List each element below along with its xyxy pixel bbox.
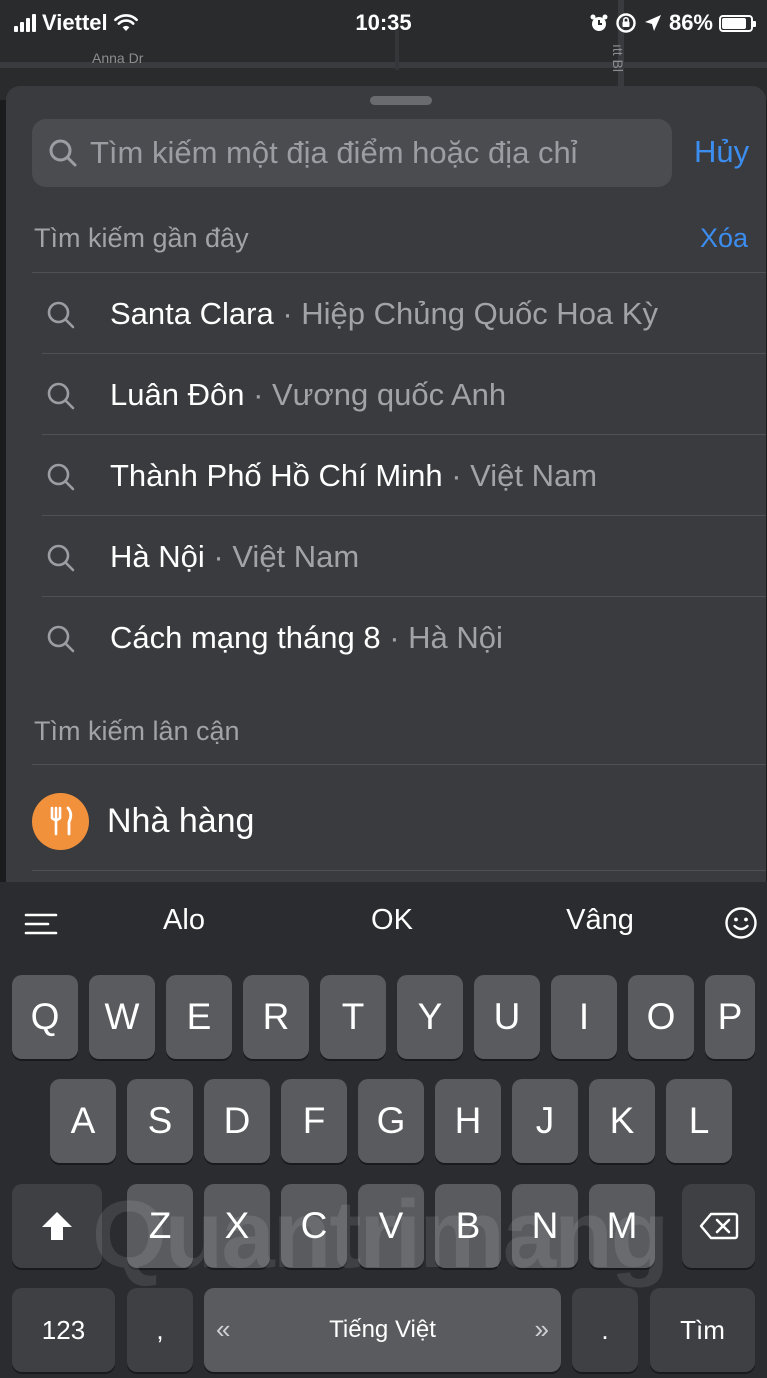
search-sheet: Hủy Tìm kiếm gần đây Xóa Santa Clara · H… bbox=[6, 86, 766, 886]
space-left-arrow: « bbox=[216, 1314, 231, 1344]
recent-item-name: Thành Phố Hồ Chí Minh bbox=[110, 457, 443, 493]
key-k[interactable]: K bbox=[589, 1079, 655, 1163]
key-f[interactable]: F bbox=[281, 1079, 347, 1163]
recent-item-text: Hà Nội · Việt Nam bbox=[110, 539, 359, 575]
key-v[interactable]: V bbox=[358, 1184, 424, 1268]
search-icon bbox=[47, 625, 75, 653]
nearby-searches-header: Tìm kiếm lân cận bbox=[34, 716, 240, 746]
list-item[interactable]: Hà Nội · Việt Nam bbox=[6, 516, 766, 597]
key-s[interactable]: S bbox=[127, 1079, 193, 1163]
sheet-grabber[interactable] bbox=[370, 96, 432, 105]
key-a[interactable]: A bbox=[50, 1079, 116, 1163]
key-g[interactable]: G bbox=[358, 1079, 424, 1163]
predictive-text-bar: Alo OK Vâng bbox=[0, 882, 767, 964]
search-icon bbox=[47, 544, 75, 572]
space-right-arrow: » bbox=[534, 1314, 549, 1344]
backspace-icon bbox=[699, 1212, 738, 1240]
key-l[interactable]: L bbox=[666, 1079, 732, 1163]
space-key[interactable]: « Tiếng Việt » bbox=[204, 1288, 561, 1372]
key-y[interactable]: Y bbox=[397, 975, 463, 1059]
menu-icon[interactable] bbox=[24, 912, 58, 936]
key-j[interactable]: J bbox=[512, 1079, 578, 1163]
search-icon bbox=[49, 139, 77, 167]
key-x[interactable]: X bbox=[204, 1184, 270, 1268]
recent-search-list: Santa Clara · Hiệp Chủng Quốc Hoa Kỳ Luâ… bbox=[6, 273, 766, 678]
key-z[interactable]: Z bbox=[127, 1184, 193, 1268]
recent-item-name: Santa Clara bbox=[110, 295, 274, 331]
search-return-key[interactable]: Tìm bbox=[650, 1288, 755, 1372]
shift-arrow-icon bbox=[42, 1212, 72, 1240]
key-q[interactable]: Q bbox=[12, 975, 78, 1059]
recent-item-name: Cách mạng tháng 8 bbox=[110, 619, 381, 655]
status-bar: Viettel 10:35 86% bbox=[0, 0, 767, 46]
key-i[interactable]: I bbox=[551, 975, 617, 1059]
recent-item-region: · Việt Nam bbox=[442, 457, 598, 493]
recent-item-text: Thành Phố Hồ Chí Minh · Việt Nam bbox=[110, 458, 597, 494]
comma-key[interactable]: , bbox=[127, 1288, 193, 1372]
key-d[interactable]: D bbox=[204, 1079, 270, 1163]
map-street-label: Anna Dr bbox=[92, 50, 144, 66]
key-r[interactable]: R bbox=[243, 975, 309, 1059]
rotation-lock-icon bbox=[616, 13, 636, 33]
list-item[interactable]: Santa Clara · Hiệp Chủng Quốc Hoa Kỳ bbox=[6, 273, 766, 354]
key-e[interactable]: E bbox=[166, 975, 232, 1059]
recent-item-region: · Việt Nam bbox=[204, 538, 360, 574]
backspace-key[interactable] bbox=[682, 1184, 755, 1268]
recent-item-region: · Hà Nội bbox=[380, 619, 503, 655]
nearby-item-label: Nhà hàng bbox=[107, 801, 255, 840]
key-m[interactable]: M bbox=[589, 1184, 655, 1268]
list-item[interactable]: Thành Phố Hồ Chí Minh · Việt Nam bbox=[6, 435, 766, 516]
location-arrow-icon bbox=[644, 15, 661, 31]
prediction-ok[interactable]: OK bbox=[342, 904, 442, 937]
emoji-icon[interactable] bbox=[724, 906, 758, 940]
key-o[interactable]: O bbox=[628, 975, 694, 1059]
prediction-vang[interactable]: Vâng bbox=[550, 904, 650, 937]
prediction-alo[interactable]: Alo bbox=[134, 904, 234, 937]
recent-item-text: Santa Clara · Hiệp Chủng Quốc Hoa Kỳ bbox=[110, 296, 658, 332]
battery-level bbox=[722, 17, 747, 29]
keyboard: Alo OK Vâng Q W E R T Y U I O P A S D F … bbox=[0, 882, 767, 1378]
key-t[interactable]: T bbox=[320, 975, 386, 1059]
shift-key[interactable] bbox=[12, 1184, 102, 1268]
search-icon bbox=[47, 301, 75, 329]
key-b[interactable]: B bbox=[435, 1184, 501, 1268]
key-h[interactable]: H bbox=[435, 1079, 501, 1163]
map-street-label-vertical: ıtt Bl bbox=[610, 44, 626, 73]
search-icon bbox=[47, 382, 75, 410]
search-icon bbox=[47, 463, 75, 491]
search-field[interactable] bbox=[32, 119, 672, 187]
search-input[interactable] bbox=[90, 135, 660, 171]
space-key-label: Tiếng Việt bbox=[329, 1316, 436, 1343]
list-item[interactable]: Cách mạng tháng 8 · Hà Nội bbox=[6, 597, 766, 678]
battery-icon bbox=[719, 14, 756, 32]
key-c[interactable]: C bbox=[281, 1184, 347, 1268]
divider bbox=[32, 870, 766, 871]
recent-item-text: Cách mạng tháng 8 · Hà Nội bbox=[110, 620, 503, 656]
key-p[interactable]: P bbox=[705, 975, 755, 1059]
nearby-item-restaurants[interactable]: Nhà hàng bbox=[32, 786, 254, 856]
period-key[interactable]: . bbox=[572, 1288, 638, 1372]
divider bbox=[32, 764, 766, 765]
status-right: 86% bbox=[589, 10, 756, 36]
fork-knife-icon bbox=[32, 792, 89, 850]
list-item[interactable]: Luân Đôn · Vương quốc Anh bbox=[6, 354, 766, 435]
cancel-button[interactable]: Hủy bbox=[694, 134, 749, 170]
recent-item-region: · Vương quốc Anh bbox=[244, 376, 507, 412]
key-n[interactable]: N bbox=[512, 1184, 578, 1268]
clear-recents-button[interactable]: Xóa bbox=[700, 223, 748, 254]
recent-item-name: Hà Nội bbox=[110, 538, 205, 574]
key-w[interactable]: W bbox=[89, 975, 155, 1059]
recent-item-text: Luân Đôn · Vương quốc Anh bbox=[110, 377, 506, 413]
battery-percentage: 86% bbox=[668, 10, 713, 35]
recent-searches-header: Tìm kiếm gần đây bbox=[34, 223, 249, 253]
key-u[interactable]: U bbox=[474, 975, 540, 1059]
recent-item-name: Luân Đôn bbox=[110, 376, 245, 412]
recent-item-region: · Hiệp Chủng Quốc Hoa Kỳ bbox=[273, 295, 658, 331]
numbers-key[interactable]: 123 bbox=[12, 1288, 115, 1372]
alarm-icon bbox=[590, 14, 608, 31]
